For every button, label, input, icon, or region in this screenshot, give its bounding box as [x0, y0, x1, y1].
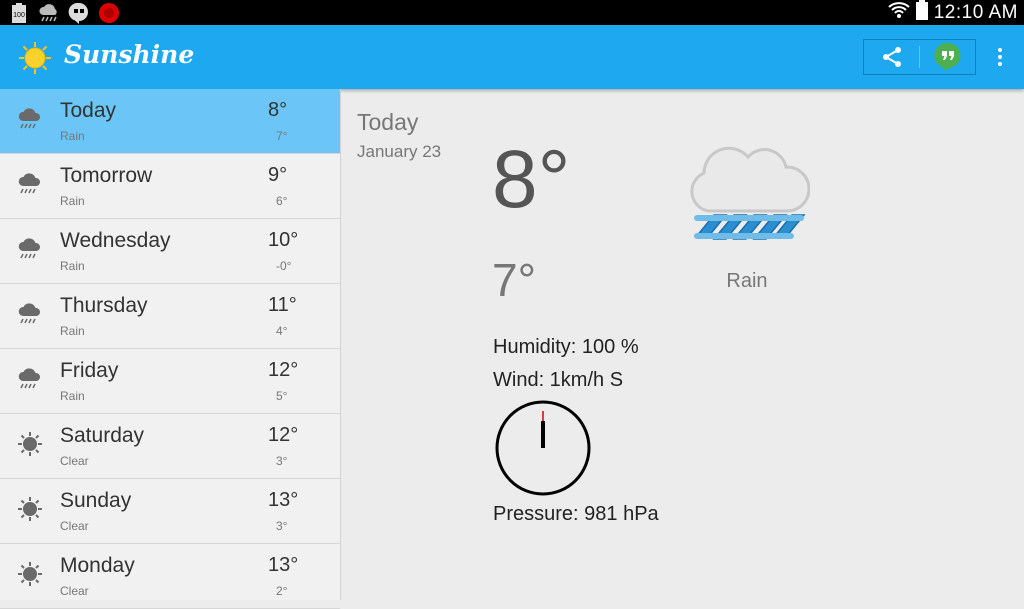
detail-day: Today [357, 109, 419, 135]
detail-date: January 23 [357, 142, 442, 161]
forecast-condition: Clear [60, 584, 89, 598]
forecast-low: -0° [276, 259, 292, 273]
forecast-condition: Clear [60, 519, 89, 533]
forecast-high: 13° [268, 489, 299, 511]
forecast-high: 13° [268, 554, 299, 576]
forecast-row-sunday[interactable]: Sunday Clear 13° 3° [0, 479, 340, 544]
forecast-condition: Rain [60, 259, 85, 273]
forecast-high: 11° [268, 294, 297, 316]
forecast-day: Thursday [60, 294, 148, 317]
battery-level-label: 100 [13, 12, 25, 19]
rain-icon [17, 236, 43, 262]
forecast-row-thursday[interactable]: Thursday Rain 11° 4° [0, 284, 340, 349]
cloud-rain-icon [38, 2, 60, 24]
hangouts-icon [68, 2, 90, 24]
forecast-high: 10° [268, 229, 299, 251]
sun-icon[interactable] [18, 41, 52, 75]
forecast-low: 2° [276, 584, 288, 598]
detail-low-temp: 7° [492, 254, 536, 306]
clock: 12:10 AM [933, 1, 1018, 23]
forecast-day: Sunday [60, 489, 132, 512]
detail-humidity: Humidity: 100 % [493, 336, 639, 358]
rain-art-icon [684, 129, 811, 254]
clear-icon [17, 431, 43, 457]
forecast-condition: Rain [60, 389, 85, 403]
forecast-low: 3° [276, 519, 288, 533]
detail-pressure: Pressure: 981 hPa [493, 503, 659, 525]
forecast-condition: Rain [60, 324, 85, 338]
rain-icon [17, 366, 43, 392]
status-bar: 100 12:10 AM [0, 0, 1024, 25]
battery-100-icon: 100 [8, 2, 30, 24]
clear-icon [17, 496, 43, 522]
forecast-low: 3° [276, 454, 288, 468]
detail-pane: Today January 23 8° 7° Rain Humidity: 10… [342, 89, 1024, 600]
forecast-high: 12° [268, 359, 299, 381]
share-icon [882, 47, 901, 67]
wifi-icon [888, 1, 910, 24]
share-button[interactable] [864, 40, 919, 74]
forecast-low: 5° [276, 389, 288, 403]
forecast-condition: Clear [60, 454, 89, 468]
forecast-low: 6° [276, 194, 288, 208]
forecast-row-friday[interactable]: Friday Rain 12° 5° [0, 349, 340, 414]
app-title: Sunshine [64, 40, 195, 69]
system-status: 12:10 AM [888, 0, 1018, 25]
hangouts-icon [933, 42, 960, 72]
forecast-day: Wednesday [60, 229, 171, 252]
forecast-row-monday[interactable]: Monday Clear 13° 2° [0, 544, 340, 609]
detail-condition: Rain [726, 270, 768, 292]
forecast-list: Today Rain 8° 7° Tomorrow Rain 9° 6° Wednesday Ra… [0, 89, 341, 609]
record-icon [98, 2, 120, 24]
wind-compass [494, 399, 592, 497]
forecast-low: 4° [276, 324, 288, 338]
detail-wind: Wind: 1km/h S [493, 369, 624, 391]
rain-icon [17, 301, 43, 327]
forecast-high: 12° [268, 424, 299, 446]
overflow-menu-icon[interactable] [988, 42, 1012, 72]
forecast-day: Monday [60, 554, 135, 577]
forecast-low: 7° [276, 129, 288, 143]
forecast-condition: Rain [60, 194, 85, 208]
rain-icon [17, 171, 43, 197]
action-button-group [863, 39, 976, 75]
action-bar: Sunshine [0, 25, 1024, 89]
forecast-high: 8° [268, 99, 288, 121]
forecast-row-tomorrow[interactable]: Tomorrow Rain 9° 6° [0, 154, 340, 219]
forecast-high: 9° [268, 164, 288, 186]
rain-icon [17, 106, 43, 132]
forecast-day: Tomorrow [60, 164, 153, 187]
detail-high-temp: 8° [492, 134, 571, 225]
notification-icons: 100 [8, 2, 120, 24]
forecast-row-saturday[interactable]: Saturday Clear 12° 3° [0, 414, 340, 479]
clear-icon [17, 561, 43, 587]
forecast-day: Friday [60, 359, 119, 382]
forecast-row-today[interactable]: Today Rain 8° 7° [0, 89, 340, 154]
forecast-day: Saturday [60, 424, 145, 447]
forecast-day: Today [60, 99, 117, 122]
forecast-row-wednesday[interactable]: Wednesday Rain 10° -0° [0, 219, 340, 284]
battery-icon [915, 0, 928, 25]
hangouts-button[interactable] [920, 40, 975, 74]
forecast-condition: Rain [60, 129, 85, 143]
